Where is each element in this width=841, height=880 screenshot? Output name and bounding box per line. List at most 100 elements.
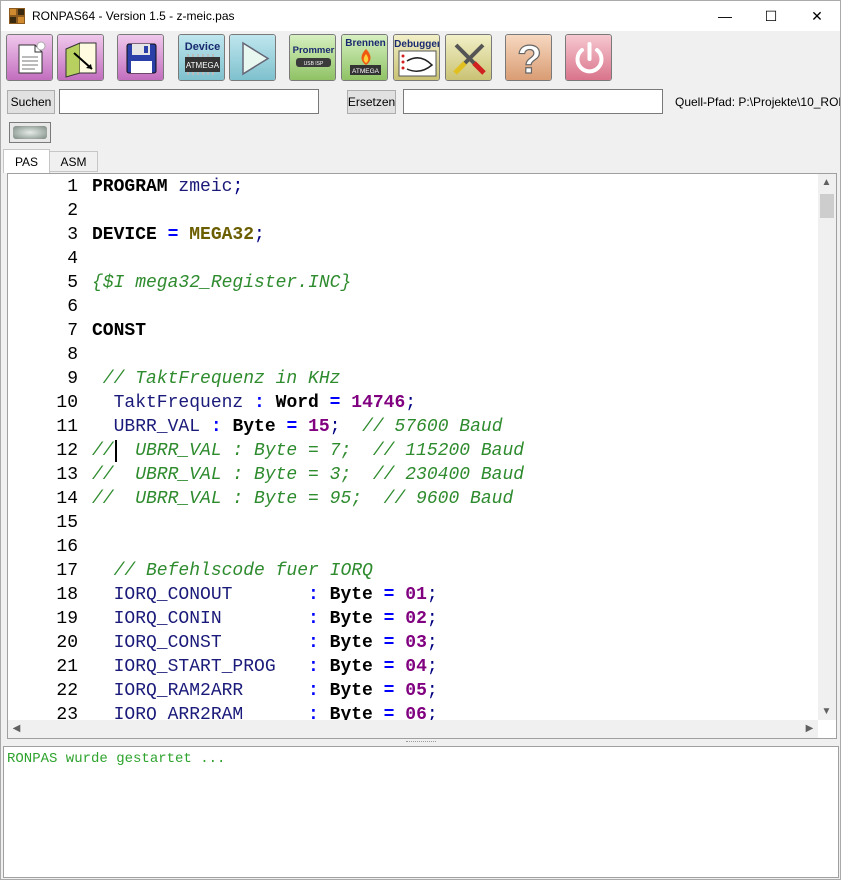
code-token: =: [372, 609, 406, 629]
code-token: Byte: [329, 585, 373, 605]
code-token: :: [297, 657, 330, 677]
vertical-scroll-thumb[interactable]: [820, 194, 834, 218]
code-token: 05: [405, 681, 427, 701]
new-file-button[interactable]: [6, 34, 53, 81]
brennen-button[interactable]: Brennen ATMEGA: [341, 34, 388, 81]
tab-asm[interactable]: ASM: [49, 151, 98, 172]
code-token: Byte: [329, 657, 373, 677]
scroll-up-icon[interactable]: ▲: [818, 174, 835, 191]
code-token: // Befehlscode fuer IORQ: [92, 561, 373, 581]
scroll-right-icon[interactable]: ▶: [801, 720, 818, 737]
line-number: 6: [67, 297, 78, 317]
line-number: 10: [56, 393, 78, 413]
code-token: =: [372, 585, 406, 605]
scroll-down-icon[interactable]: ▼: [818, 703, 835, 720]
status-indicator-icon: [13, 126, 47, 139]
line-number: 12: [56, 441, 78, 461]
code-line: IORQ_START_PROG : Byte = 04;: [92, 655, 438, 679]
main-window: RONPAS64 - Version 1.5 - z-meic.pas — ☐ …: [0, 0, 841, 880]
code-line: IORQ_CONIN : Byte = 02;: [92, 607, 438, 631]
code-token: Byte: [232, 417, 276, 437]
tools-icon: [446, 35, 491, 80]
window-title: RONPAS64 - Version 1.5 - z-meic.pas: [32, 9, 235, 23]
code-token: IORQ_CONIN: [92, 609, 298, 629]
code-token: =: [372, 633, 406, 653]
code-token: :: [297, 609, 330, 629]
code-token: UBRR_VAL: [92, 417, 201, 437]
debugger-button[interactable]: Debugger: [393, 34, 440, 81]
toolbar: Device ATMEGA Prommer USB ISP Brennen AT…: [1, 31, 840, 86]
code-line: {$I mega32_Register.INC}: [92, 271, 351, 295]
code-token: MEGA32: [189, 225, 255, 245]
code-token: 06: [405, 705, 427, 720]
code-token: // UBRR_VAL : Byte = 7; // 115200 Baud: [92, 441, 525, 461]
code-line: DEVICE = MEGA32;: [92, 223, 265, 247]
line-number: 7: [67, 321, 78, 341]
code-token: IORQ_START_PROG: [92, 657, 298, 677]
open-file-button[interactable]: [57, 34, 104, 81]
line-number: 5: [67, 273, 78, 293]
line-number: 17: [56, 561, 78, 581]
device-chip-icon: Device ATMEGA: [179, 35, 224, 80]
code-editor[interactable]: 1 2 3 4 5 6 7 8 9 10 11 12 13 14 15 16 17 18 19 20 21 22 23 PR…: [7, 173, 837, 739]
line-number: 8: [67, 345, 78, 365]
search-input[interactable]: [59, 89, 319, 114]
code-token: Byte: [329, 633, 373, 653]
code-line: // UBRR_VAL : Byte = 7; // 115200 Baud: [92, 439, 524, 463]
code-token: Byte: [329, 705, 373, 720]
run-button[interactable]: [229, 34, 276, 81]
code-token: // 57600 Baud: [340, 417, 503, 437]
close-button[interactable]: ✕: [794, 1, 840, 31]
code-line: IORQ_ARR2RAM : Byte = 06;: [92, 703, 438, 720]
code-token: Word: [275, 393, 319, 413]
help-label: ?: [517, 38, 541, 81]
line-number: 9: [67, 369, 78, 389]
search-button[interactable]: Suchen: [7, 90, 55, 114]
code-line: IORQ_CONOUT : Byte = 01;: [92, 583, 438, 607]
usb-programmer-icon: Prommer USB ISP: [290, 35, 335, 80]
code-line: // Befehlscode fuer IORQ: [92, 559, 373, 583]
replace-input[interactable]: [403, 89, 663, 114]
minimize-button[interactable]: —: [702, 1, 748, 31]
code-token: DEVICE: [92, 225, 157, 245]
floppy-disk-icon: [118, 35, 163, 80]
message-log[interactable]: RONPAS wurde gestartet ...: [3, 746, 839, 878]
code-token: =: [318, 393, 352, 413]
maximize-button[interactable]: ☐: [748, 1, 794, 31]
code-token: zmeic: [167, 177, 233, 197]
line-number: 2: [67, 201, 78, 221]
line-number: 18: [56, 585, 78, 605]
code-token: Byte: [329, 681, 373, 701]
code-token: IORQ_CONST: [92, 633, 298, 653]
code-token: IORQ_CONOUT: [92, 585, 298, 605]
scroll-left-icon[interactable]: ◀: [8, 720, 25, 737]
code-area[interactable]: PROGRAM zmeic; DEVICE = MEGA32; {$I mega32…: [92, 174, 818, 720]
code-line: // TaktFrequenz in KHz: [92, 367, 341, 391]
tab-pas[interactable]: PAS: [3, 149, 50, 173]
line-number-gutter: 1 2 3 4 5 6 7 8 9 10 11 12 13 14 15 16 17 18 19 20 21 22 23: [8, 174, 78, 725]
status-indicator-button[interactable]: [9, 122, 51, 143]
replace-button[interactable]: Ersetzen: [347, 90, 396, 114]
horizontal-scrollbar[interactable]: ◀ ▶: [8, 720, 818, 738]
editor-tabs: PAS ASM: [1, 149, 840, 173]
source-path-label: Quell-Pfad: P:\Projekte\10_RON: [675, 95, 841, 109]
app-icon: [9, 8, 25, 24]
code-token: {$I mega32_Register.INC}: [92, 273, 352, 293]
vertical-scrollbar[interactable]: ▲ ▼: [818, 174, 836, 720]
line-number: 19: [56, 609, 78, 629]
help-button[interactable]: ?: [505, 34, 552, 81]
device-button[interactable]: Device ATMEGA: [178, 34, 225, 81]
prommer-button[interactable]: Prommer USB ISP: [289, 34, 336, 81]
minimize-icon: —: [718, 8, 732, 24]
exit-button[interactable]: [565, 34, 612, 81]
code-token: Byte: [329, 609, 373, 629]
line-number: 11: [56, 417, 78, 437]
code-token: 01: [405, 585, 427, 605]
line-number: 16: [56, 537, 78, 557]
code-line: IORQ_CONST : Byte = 03;: [92, 631, 438, 655]
burn-chip-icon: Brennen ATMEGA: [342, 35, 387, 80]
save-file-button[interactable]: [117, 34, 164, 81]
tools-button[interactable]: [445, 34, 492, 81]
code-token: ;: [426, 681, 438, 701]
code-token: TaktFrequenz: [92, 393, 244, 413]
